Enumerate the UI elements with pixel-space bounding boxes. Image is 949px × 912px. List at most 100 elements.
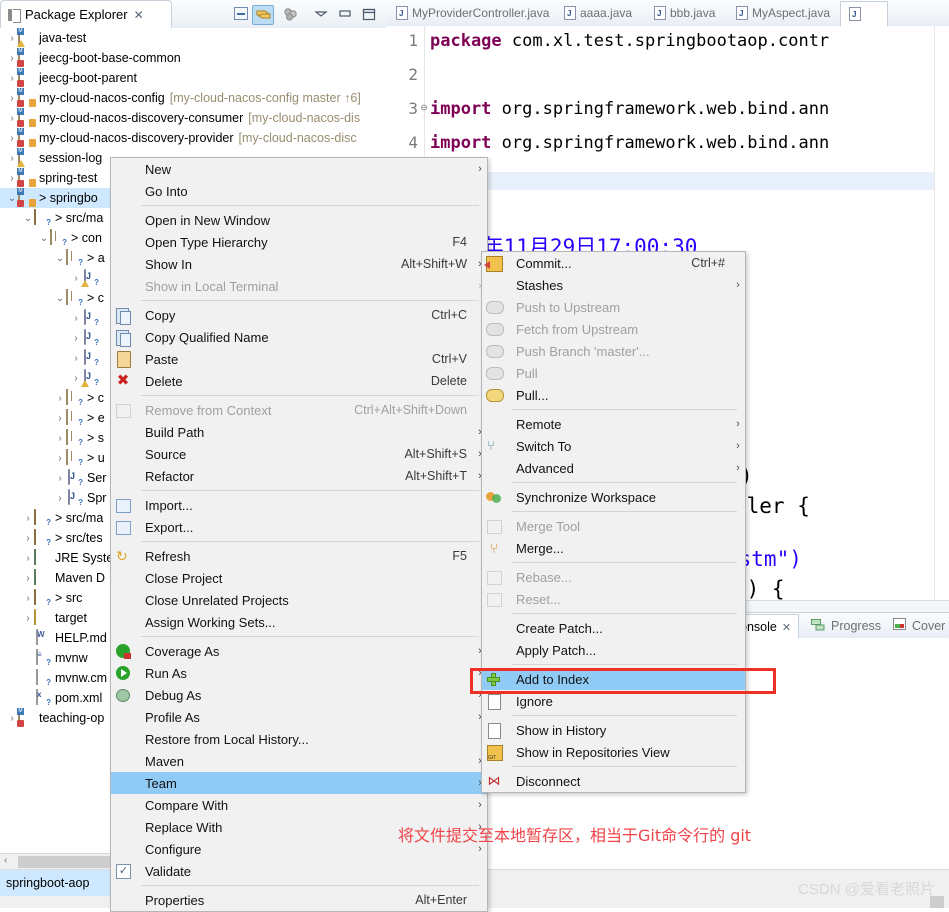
menu-item-source[interactable]: Source Alt+Shift+S ›	[111, 443, 487, 465]
menu-item-open-in-new-window[interactable]: Open in New Window	[111, 209, 487, 231]
team-submenu[interactable]: Commit... Ctrl+# Stashes › Push to Upstream F…	[481, 251, 746, 793]
chevron-right-icon[interactable]: ›	[70, 313, 82, 324]
tree-item[interactable]: › Mjava-test	[0, 28, 386, 48]
tree-item[interactable]: › Mmy-cloud-nacos-discovery-provider [my-c…	[0, 128, 386, 148]
fold-marker-icon[interactable]: ⊖	[419, 101, 429, 114]
chevron-right-icon[interactable]: ›	[70, 353, 82, 364]
menu-item-remote[interactable]: Remote ›	[482, 413, 745, 435]
menu-item-synchronize-workspace[interactable]: Synchronize Workspace	[482, 486, 745, 508]
menu-item-build-path[interactable]: Build Path ›	[111, 421, 487, 443]
chevron-right-icon[interactable]: ›	[54, 433, 66, 444]
menu-item-debug-as[interactable]: Debug As ›	[111, 684, 487, 706]
close-icon[interactable]: ✕	[782, 621, 791, 634]
chevron-right-icon[interactable]: ›	[22, 573, 34, 584]
java-project-git-icon: M	[17, 128, 36, 147]
tree-item[interactable]: › Mmy-cloud-nacos-config [my-cloud-nacos-c…	[0, 88, 386, 108]
chevron-right-icon[interactable]: ›	[54, 413, 66, 424]
tree-item[interactable]: › Mjeecg-boot-parent	[0, 68, 386, 88]
menu-item-properties[interactable]: Properties Alt+Enter	[111, 889, 487, 911]
menu-item-import[interactable]: Import...	[111, 494, 487, 516]
menu-item-advanced[interactable]: Advanced ›	[482, 457, 745, 479]
chevron-right-icon[interactable]: ›	[22, 673, 34, 684]
menu-item-show-in[interactable]: Show In Alt+Shift+W ›	[111, 253, 487, 275]
menu-item-refactor[interactable]: Refactor Alt+Shift+T ›	[111, 465, 487, 487]
tree-item[interactable]: › Mmy-cloud-nacos-discovery-consumer [my-c…	[0, 108, 386, 128]
tree-item[interactable]: › Mjeecg-boot-base-common	[0, 48, 386, 68]
scroll-left-icon[interactable]: ‹	[4, 855, 7, 866]
menu-item-pull[interactable]: Pull...	[482, 384, 745, 406]
menu-item-show-in-repositories-view[interactable]: Show in Repositories View	[482, 741, 745, 763]
menu-item-disconnect[interactable]: ⋈ Disconnect	[482, 770, 745, 792]
menu-item-commit[interactable]: Commit... Ctrl+#	[482, 252, 745, 274]
menu-separator	[512, 409, 737, 410]
menu-item-paste[interactable]: Paste Ctrl+V	[111, 348, 487, 370]
menu-item-close-project[interactable]: Close Project	[111, 567, 487, 589]
minimize-icon[interactable]	[335, 5, 355, 23]
menu-item-team[interactable]: Team ›	[111, 772, 487, 794]
overview-ruler[interactable]	[934, 26, 949, 612]
menu-item-assign-working-sets[interactable]: Assign Working Sets...	[111, 611, 487, 633]
menu-item-restore-from-local-history[interactable]: Restore from Local History...	[111, 728, 487, 750]
menu-item-new[interactable]: New ›	[111, 158, 487, 180]
chevron-right-icon[interactable]: ›	[22, 553, 34, 564]
menu-item-copy-qualified-name[interactable]: Copy Qualified Name	[111, 326, 487, 348]
chevron-right-icon[interactable]: ›	[54, 473, 66, 484]
menu-item-maven[interactable]: Maven ›	[111, 750, 487, 772]
menu-item-copy[interactable]: Copy Ctrl+C	[111, 304, 487, 326]
code-line[interactable]: import org.springframework.web.bind.ann	[430, 133, 829, 153]
chevron-right-icon[interactable]: ›	[22, 633, 34, 644]
menu-item-create-patch[interactable]: Create Patch...	[482, 617, 745, 639]
menu-item-open-type-hierarchy[interactable]: Open Type Hierarchy F4	[111, 231, 487, 253]
menu-item-delete[interactable]: ✖ Delete Delete	[111, 370, 487, 392]
view-menu-filters-icon[interactable]	[281, 5, 301, 23]
scroll-thumb[interactable]	[930, 896, 944, 908]
menu-item-export[interactable]: Export...	[111, 516, 487, 538]
editor-tab[interactable]: J	[840, 1, 888, 26]
menu-item-run-as[interactable]: Run As ›	[111, 662, 487, 684]
menu-item-validate[interactable]: ✓ Validate	[111, 860, 487, 882]
code-line[interactable]: import org.springframework.web.bind.ann	[430, 99, 829, 119]
chevron-right-icon[interactable]: ›	[22, 693, 34, 704]
view-tab[interactable]: Progress	[804, 614, 888, 638]
view-menu-icon[interactable]	[311, 5, 331, 23]
code-line[interactable]: package com.xl.test.springbootaop.contr	[430, 31, 829, 51]
chevron-right-icon[interactable]: ›	[70, 333, 82, 344]
close-icon[interactable]: ✕	[134, 8, 144, 22]
maximize-icon[interactable]	[359, 5, 379, 23]
menu-item-switch-to[interactable]: ⑂ Switch To ›	[482, 435, 745, 457]
tab-package-explorer[interactable]: Package Explorer ✕	[0, 0, 172, 28]
view-tab[interactable]: Cover	[886, 614, 949, 638]
bottom-scrollbar[interactable]	[560, 896, 949, 908]
editor-tab[interactable]: Jaaaa.java	[556, 1, 652, 25]
menu-item-profile-as[interactable]: Profile As ›	[111, 706, 487, 728]
chevron-right-icon[interactable]: ›	[22, 513, 34, 524]
chevron-right-icon[interactable]: ›	[22, 533, 34, 544]
editor-tab[interactable]: J MyProviderController.java	[388, 1, 562, 25]
editor-tab[interactable]: Jbbb.java	[646, 1, 734, 25]
link-with-editor-icon[interactable]	[252, 5, 274, 25]
menu-item-compare-with[interactable]: Compare With ›	[111, 794, 487, 816]
menu-item-merge[interactable]: ⑂ Merge...	[482, 537, 745, 559]
chevron-down-icon[interactable]: ⌄	[22, 213, 34, 224]
menu-item-show-in-history[interactable]: Show in History	[482, 719, 745, 741]
menu-item-go-into[interactable]: Go Into	[111, 180, 487, 202]
chevron-down-icon[interactable]: ⌄	[54, 293, 66, 304]
menu-item-stashes[interactable]: Stashes ›	[482, 274, 745, 296]
menu-item-close-unrelated-projects[interactable]: Close Unrelated Projects	[111, 589, 487, 611]
java-file-warning-icon: ?	[81, 369, 99, 387]
submenu-chevron-icon: ›	[736, 279, 740, 291]
chevron-right-icon[interactable]: ›	[54, 493, 66, 504]
chevron-down-icon[interactable]: ⌄	[38, 233, 50, 244]
chevron-right-icon[interactable]: ›	[22, 593, 34, 604]
project-context-menu[interactable]: New › Go Into Open in New Window Open Type H…	[110, 157, 488, 912]
editor-tab[interactable]: J MyAspect.java	[728, 1, 846, 25]
chevron-right-icon[interactable]: ›	[22, 653, 34, 664]
chevron-right-icon[interactable]: ›	[22, 613, 34, 624]
chevron-right-icon[interactable]: ›	[54, 453, 66, 464]
collapse-all-icon[interactable]	[231, 5, 251, 23]
menu-item-apply-patch[interactable]: Apply Patch...	[482, 639, 745, 661]
menu-item-refresh[interactable]: ↻ Refresh F5	[111, 545, 487, 567]
chevron-down-icon[interactable]: ⌄	[54, 253, 66, 264]
chevron-right-icon[interactable]: ›	[54, 393, 66, 404]
menu-item-coverage-as[interactable]: Coverage As ›	[111, 640, 487, 662]
